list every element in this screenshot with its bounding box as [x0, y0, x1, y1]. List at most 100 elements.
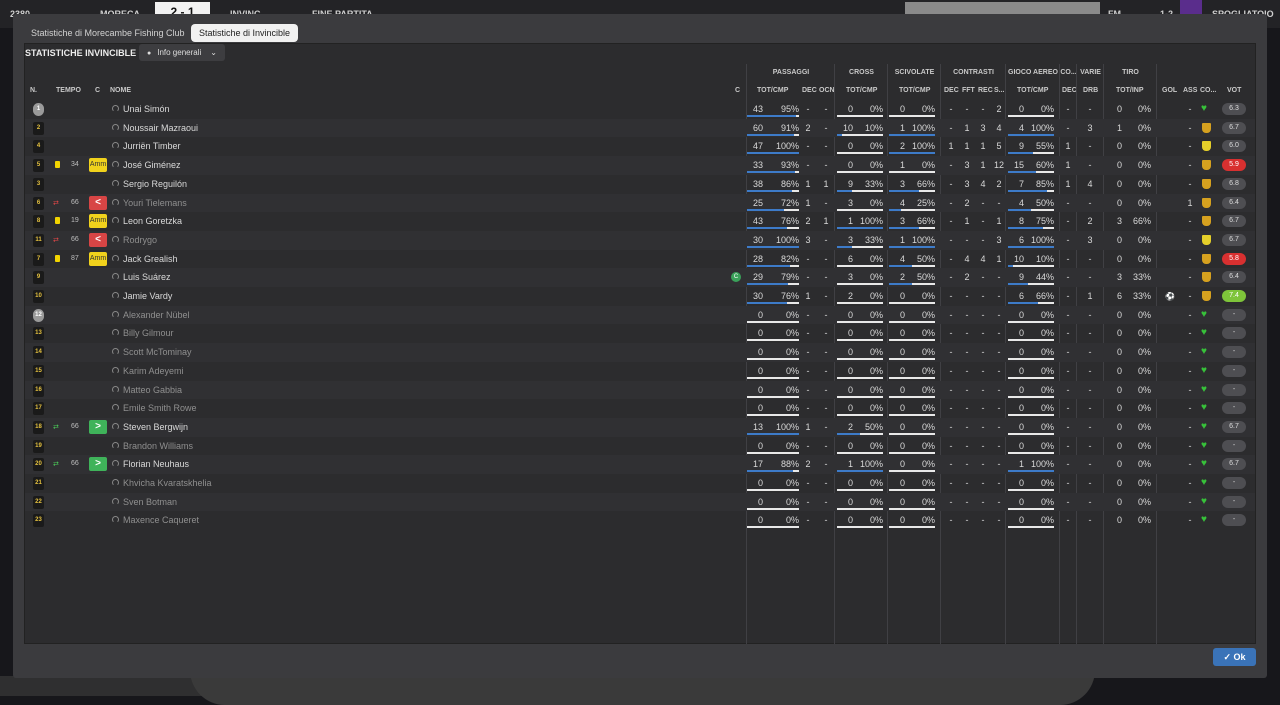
assists: - — [1188, 234, 1192, 245]
player-name[interactable]: Maxence Caqueret — [123, 511, 199, 530]
ok-button[interactable]: ✓ Ok — [1213, 648, 1256, 666]
col-con-rec[interactable]: REC — [978, 87, 993, 94]
player-name[interactable]: Steven Bergwijn — [123, 418, 188, 437]
table-row[interactable]: 16 Matteo Gabbia 0 0% - -0 0% 0 0% - - - -0 0% - -0 0% - ♥… — [25, 380, 1255, 400]
col-number[interactable]: N. — [30, 87, 37, 94]
passes-bar-fill — [747, 208, 785, 211]
substituted-out-badge: < — [89, 195, 107, 210]
player-name[interactable]: Leon Goretzka — [123, 212, 182, 231]
tackles-bar — [889, 227, 935, 230]
player-name[interactable]: Scott McTominay — [123, 343, 192, 362]
player-name[interactable]: Unai Simón — [123, 100, 170, 119]
table-row[interactable]: 8 19 Amm Leon Goretzka 43 76% 2 1 1 100% 3 66% -1-1 8… — [25, 212, 1255, 231]
player-name[interactable]: Sergio Reguilón — [123, 175, 187, 194]
col-gol[interactable]: GOL — [1162, 87, 1177, 94]
dribbles: - — [1088, 365, 1092, 376]
player-name[interactable]: José Giménez — [123, 156, 181, 175]
player-name[interactable]: Alexander Nübel — [123, 306, 190, 325]
tab-away-stats[interactable]: Statistiche di Invincible — [191, 24, 299, 42]
table-row[interactable]: 12 Alexander Nübel 0 0% - -0 0% 0 0% - - - -0 0% - -0 0%… — [25, 305, 1255, 325]
player-name[interactable]: Matteo Gabbia — [123, 381, 182, 400]
contrasti-value: - — [997, 197, 1001, 208]
table-row[interactable]: 4 Jurriën Timber 47 100% - -0 0% 2 100% 1 1 1 5 9 55% 1… — [25, 137, 1255, 156]
contrasti-value: 2 — [996, 104, 1002, 114]
table-row[interactable]: 6 ⇄ 66 < Youri Tielemans 25 72% 1-3 0% 4 25% -2- -4 5… — [25, 193, 1255, 213]
col-pass-dec[interactable]: DEC — [802, 87, 817, 94]
table-row[interactable]: 14 Scott McTominay 0 0% - -0 0% 0 0% - - - -0 0% - -0 0%… — [25, 343, 1255, 362]
player-name[interactable]: Sven Botman — [123, 493, 177, 512]
player-name[interactable]: Rodrygo — [123, 231, 157, 250]
table-row[interactable]: 15 Karim Adeyemi 0 0% - -0 0% 0 0% - - - -0 0% - -0 0% - ♥… — [25, 362, 1255, 381]
col-vot[interactable]: VOT — [1227, 87, 1241, 94]
table-row[interactable]: 1 Unai Simón 43 95% - -0 0% 0 0% - - -2 0 0% - -0 0% - ♥ 6.… — [25, 100, 1255, 119]
player-name[interactable]: Noussair Mazraoui — [123, 119, 198, 138]
aerial-bar — [1008, 358, 1054, 361]
tackles-bar — [889, 432, 935, 435]
col-tiro-totinp[interactable]: TOT/INP — [1116, 87, 1143, 94]
player-name[interactable]: Luis Suárez — [123, 268, 171, 287]
table-row[interactable]: 10 Jamie Vardy 30 76% 1-2 0% 0 0% - - - -6 66% -1 6 33%… — [25, 287, 1255, 306]
table-row[interactable]: 13 Billy Gilmour 0 0% - -0 0% 0 0% - - - -0 0% - -0 0% - ♥… — [25, 324, 1255, 343]
condition-heart-icon: ♥ — [1201, 477, 1207, 488]
shots-total: 0 — [1116, 515, 1122, 526]
table-row[interactable]: 2 Noussair Mazraoui 60 91% 2-10 10% 1 100% -1 3 4 4… — [25, 118, 1255, 138]
table-row[interactable]: 23 Maxence Caqueret 0 0% - -0 0% 0 0% - - - -0 0% - -0 0… — [25, 511, 1255, 530]
col-con-s[interactable]: S... — [994, 87, 1005, 94]
table-row[interactable]: 11 ⇄ 66 < Rodrygo 30 100% 3-3 33% 1 100% - - -3 6 100% -… — [25, 230, 1255, 250]
passes-bar-fill — [747, 264, 790, 267]
tab-home-stats[interactable]: Statistiche di Morecambe Fishing Club — [23, 24, 193, 42]
table-row[interactable]: 17 Emile Smith Rowe 0 0% - -0 0% 0 0% - - - -0 0% - -0 0… — [25, 399, 1255, 418]
player-name[interactable]: Florian Neuhaus — [123, 455, 189, 474]
player-name[interactable]: Jamie Vardy — [123, 287, 172, 306]
condition-heart-icon: ♥ — [1201, 420, 1207, 432]
tackles-bar-fill — [889, 152, 935, 155]
col-con-dec[interactable]: DEC — [944, 87, 959, 94]
col-co2[interactable]: CO... — [1200, 87, 1216, 94]
col-pass-ocn[interactable]: OCN — [819, 87, 835, 94]
player-name[interactable]: Khvicha Kvaratskhelia — [123, 474, 212, 493]
headset-icon — [112, 329, 119, 337]
group-cross: CROSS — [849, 69, 874, 76]
col-pass-totcmp[interactable]: TOT/CMP — [757, 87, 788, 94]
table-row[interactable]: 9 Luis Suárez C 29 79% - -3 0% 2 50% -2- -9 44% - -3 33… — [25, 268, 1255, 287]
shirt-number: 13 — [33, 327, 44, 341]
shots-pct: 33% — [1132, 272, 1151, 283]
col-tempo[interactable]: TEMPO — [56, 87, 81, 94]
col-sciv-totcmp[interactable]: TOT/CMP — [899, 87, 930, 94]
passes-bar — [747, 507, 799, 510]
player-name[interactable]: Brandon Williams — [123, 437, 193, 456]
col-varie-drb[interactable]: DRB — [1083, 87, 1098, 94]
player-name[interactable]: Emile Smith Rowe — [123, 399, 197, 418]
col-aer-totcmp[interactable]: TOT/CMP — [1017, 87, 1048, 94]
player-rating: 6.4 — [1222, 271, 1246, 284]
player-name[interactable]: Karim Adeyemi — [123, 362, 184, 381]
col-co-dec[interactable]: DEC — [1062, 87, 1077, 94]
table-row[interactable]: 20 ⇄ 66 > Florian Neuhaus 17 88% 2-1 100% 0 0% - - - -… — [25, 455, 1255, 474]
table-row[interactable]: 21 Khvicha Kvaratskhelia 0 0% - -0 0% 0 0% - - - -0 0… — [25, 474, 1255, 493]
col-cross-totcmp[interactable]: TOT/CMP — [846, 87, 877, 94]
table-row[interactable]: 3 Sergio Reguilón 38 86% 1 1 9 33% 3 66% -3 4 2 7 85% 1… — [25, 175, 1255, 194]
player-name[interactable]: Jack Grealish — [123, 250, 178, 269]
col-captain[interactable]: C — [735, 87, 740, 94]
table-row[interactable]: 22 Sven Botman 0 0% - -0 0% 0 0% - - - -0 0% - -0 0% - ♥ - — [25, 492, 1255, 512]
col-card[interactable]: C — [95, 87, 100, 94]
contrasti-value: - — [949, 272, 953, 283]
col-con-fft[interactable]: FFT — [962, 87, 975, 94]
assists: - — [1188, 328, 1192, 339]
player-name[interactable]: Jurriën Timber — [123, 137, 181, 156]
table-row[interactable]: 18 ⇄ 66 > Steven Bergwijn 13 100% 1-2 50% 0 0% - - - -… — [25, 417, 1255, 437]
event-minute: 34 — [71, 161, 79, 169]
player-name[interactable]: Billy Gilmour — [123, 324, 174, 343]
table-row[interactable]: 19 Brandon Williams 0 0% - -0 0% 0 0% - - - -0 0% - -0 0… — [25, 437, 1255, 456]
col-ass[interactable]: ASS — [1183, 87, 1197, 94]
assists: - — [1188, 216, 1192, 227]
table-row[interactable]: 7 87 Amm Jack Grealish 28 82% - -6 0% 4 50% -4 4 1 10 1… — [25, 250, 1255, 269]
table-row[interactable]: 5 34 Amm José Giménez 33 93% - -0 0% 1 0% -3 1 12 15 60… — [25, 156, 1255, 175]
pass-ocn: 1 — [823, 178, 829, 189]
col-name[interactable]: NOME — [110, 87, 131, 94]
assists: - — [1188, 160, 1192, 171]
headset-icon — [112, 348, 119, 356]
ok-label: Ok — [1233, 652, 1246, 662]
view-dropdown[interactable]: ● Info generali ⌄ — [139, 44, 225, 61]
player-name[interactable]: Youri Tielemans — [123, 194, 187, 213]
